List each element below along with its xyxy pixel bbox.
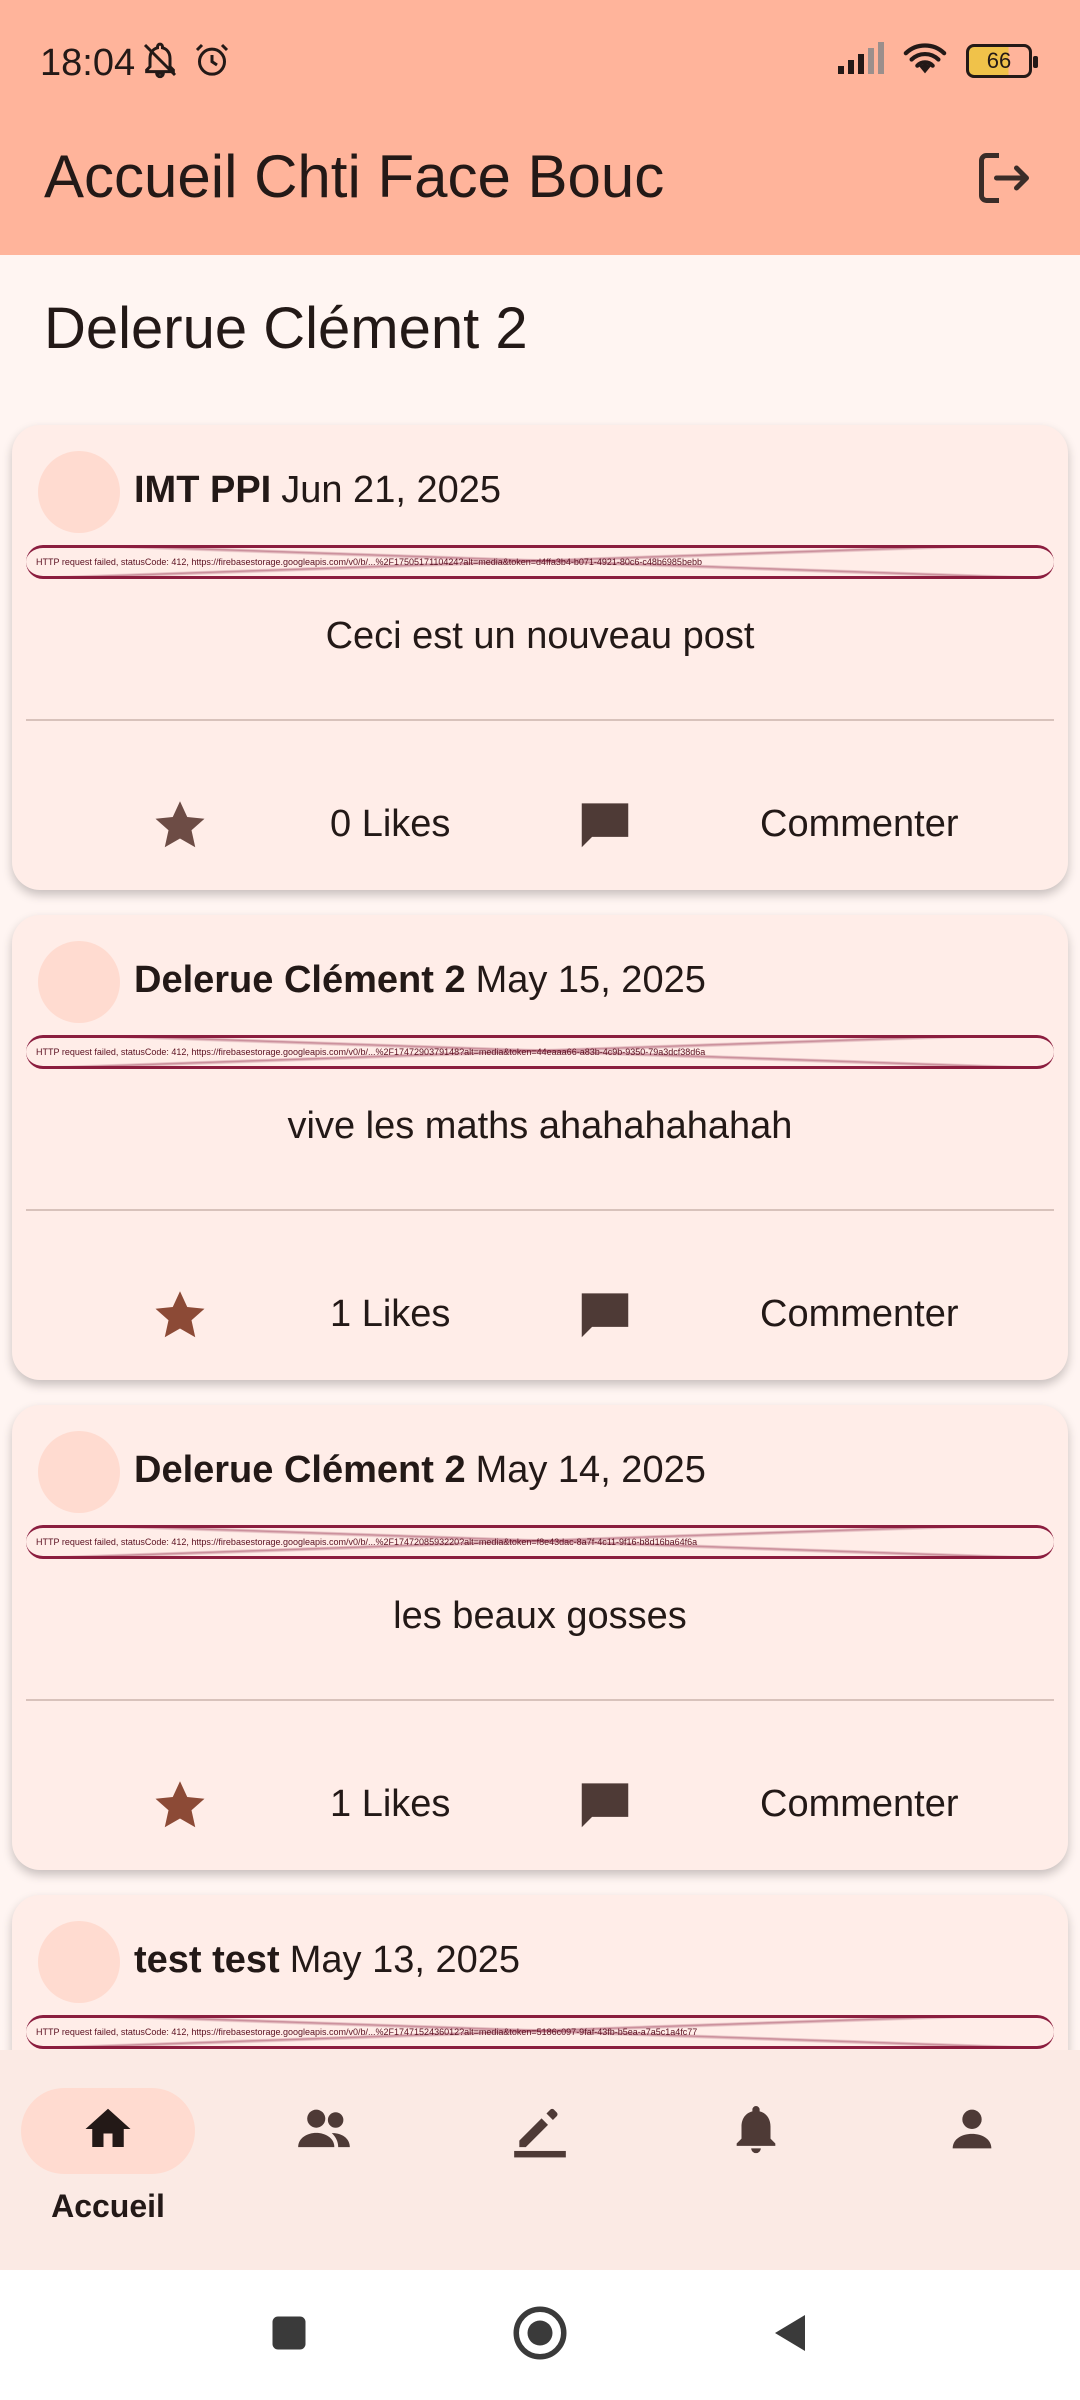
logout-button[interactable] (964, 140, 1044, 220)
post-content: Ceci est un nouveau post (325, 615, 755, 657)
post-actions: 1 Likes Commenter (12, 1765, 1068, 1845)
post-image-error: HTTP request failed, statusCode: 412, ht… (26, 1525, 1054, 1559)
post-feed[interactable]: IMT PPI Jun 21, 2025 HTTP request failed,… (0, 405, 1080, 2050)
post-date: May 13, 2025 (289, 1939, 520, 1981)
comment-button[interactable] (574, 1773, 654, 1853)
back-triangle-icon (767, 2309, 815, 2362)
like-button[interactable] (150, 1285, 230, 1365)
square-icon (267, 2311, 311, 2360)
edit-icon (509, 2098, 571, 2165)
star-icon (150, 1781, 210, 1839)
like-button[interactable] (150, 1775, 230, 1855)
nav-indicator (669, 2088, 843, 2174)
muted-bell-icon (140, 40, 180, 85)
comment-link[interactable]: Commenter (760, 803, 959, 846)
status-left-icons (140, 40, 232, 85)
avatar[interactable] (38, 1921, 120, 2003)
back-button[interactable] (756, 2300, 826, 2370)
comment-button[interactable] (574, 1283, 654, 1363)
avatar[interactable] (38, 451, 120, 533)
nav-item-write[interactable] (460, 2088, 620, 2238)
post-author-name: IMT PPI (134, 469, 272, 511)
post-date: May 14, 2025 (475, 1449, 706, 1491)
nav-label-accueil: Accueil (51, 2188, 165, 2224)
like-count: 1 Likes (330, 1293, 451, 1335)
nav-item-notifications[interactable] (676, 2088, 836, 2238)
like-count: 0 Likes (330, 803, 451, 845)
person-icon (943, 2100, 1001, 2163)
alarm-icon (192, 40, 232, 85)
comment-link[interactable]: Commenter (760, 1783, 959, 1826)
post-date: Jun 21, 2025 (281, 469, 501, 511)
post-card: test test May 13, 2025 HTTP request faile… (12, 1895, 1068, 2050)
star-icon (150, 801, 210, 859)
signal-icon (836, 40, 884, 81)
post-content: les beaux gosses (393, 1595, 687, 1637)
page-title: Accueil Chti Face Bouc (44, 143, 665, 210)
post-author: Delerue Clément 2 May 15, 2025 (134, 959, 706, 1002)
like-count: 1 Likes (330, 1783, 451, 1825)
post-card: IMT PPI Jun 21, 2025 HTTP request failed,… (12, 425, 1068, 890)
post-actions: 0 Likes Commenter (12, 785, 1068, 865)
post-date: May 15, 2025 (475, 959, 706, 1001)
comment-icon (574, 1783, 636, 1839)
app-header: 18:04 66 Accueil Chti Face Bouc (0, 0, 1080, 255)
post-card: Delerue Clément 2 May 14, 2025 HTTP reque… (12, 1405, 1068, 1870)
people-icon (293, 2098, 355, 2165)
bell-icon (727, 2100, 785, 2163)
like-button[interactable] (150, 795, 230, 875)
battery-indicator: 66 (966, 43, 1038, 78)
status-right-icons: 66 (836, 40, 1038, 81)
bottom-navigation: Accueil (0, 2050, 1080, 2270)
star-icon (150, 1291, 210, 1349)
nav-item-accueil[interactable]: Accueil (21, 2088, 195, 2238)
nav-indicator (21, 2088, 195, 2174)
post-image-error: HTTP request failed, statusCode: 412, ht… (26, 545, 1054, 579)
nav-indicator (885, 2088, 1059, 2174)
nav-item-friends[interactable] (244, 2088, 404, 2238)
post-author: IMT PPI Jun 21, 2025 (134, 469, 501, 512)
status-time: 18:04 (40, 42, 136, 84)
wifi-icon (902, 40, 948, 81)
post-image-error: HTTP request failed, statusCode: 412, ht… (26, 1035, 1054, 1069)
post-author-name: Delerue Clément 2 (134, 1449, 466, 1491)
circle-icon (510, 2303, 570, 2368)
post-actions: 1 Likes Commenter (12, 1275, 1068, 1355)
divider (26, 719, 1054, 721)
post-content: vive les maths ahahahahahah (287, 1105, 793, 1147)
logout-icon (974, 148, 1034, 213)
status-bar: 18:04 66 (0, 0, 1080, 120)
comment-icon (574, 803, 636, 859)
system-navigation-bar (0, 2270, 1080, 2400)
nav-item-profile[interactable] (892, 2088, 1052, 2238)
post-author-name: test test (134, 1939, 280, 1981)
avatar[interactable] (38, 1431, 120, 1513)
avatar[interactable] (38, 941, 120, 1023)
nav-indicator (237, 2088, 411, 2174)
divider (26, 1209, 1054, 1211)
comment-link[interactable]: Commenter (760, 1293, 959, 1336)
comment-icon (574, 1293, 636, 1349)
post-image-error: HTTP request failed, statusCode: 412, ht… (26, 2015, 1054, 2049)
profile-name: Delerue Clément 2 (44, 296, 528, 361)
post-author: test test May 13, 2025 (134, 1939, 520, 1982)
nav-indicator (453, 2088, 627, 2174)
comment-button[interactable] (574, 793, 654, 873)
post-card: Delerue Clément 2 May 15, 2025 HTTP reque… (12, 915, 1068, 1380)
post-author: Delerue Clément 2 May 14, 2025 (134, 1449, 706, 1492)
home-icon (81, 2102, 135, 2161)
post-author-name: Delerue Clément 2 (134, 959, 466, 1001)
divider (26, 1699, 1054, 1701)
home-button[interactable] (505, 2300, 575, 2370)
recents-button[interactable] (254, 2300, 324, 2370)
